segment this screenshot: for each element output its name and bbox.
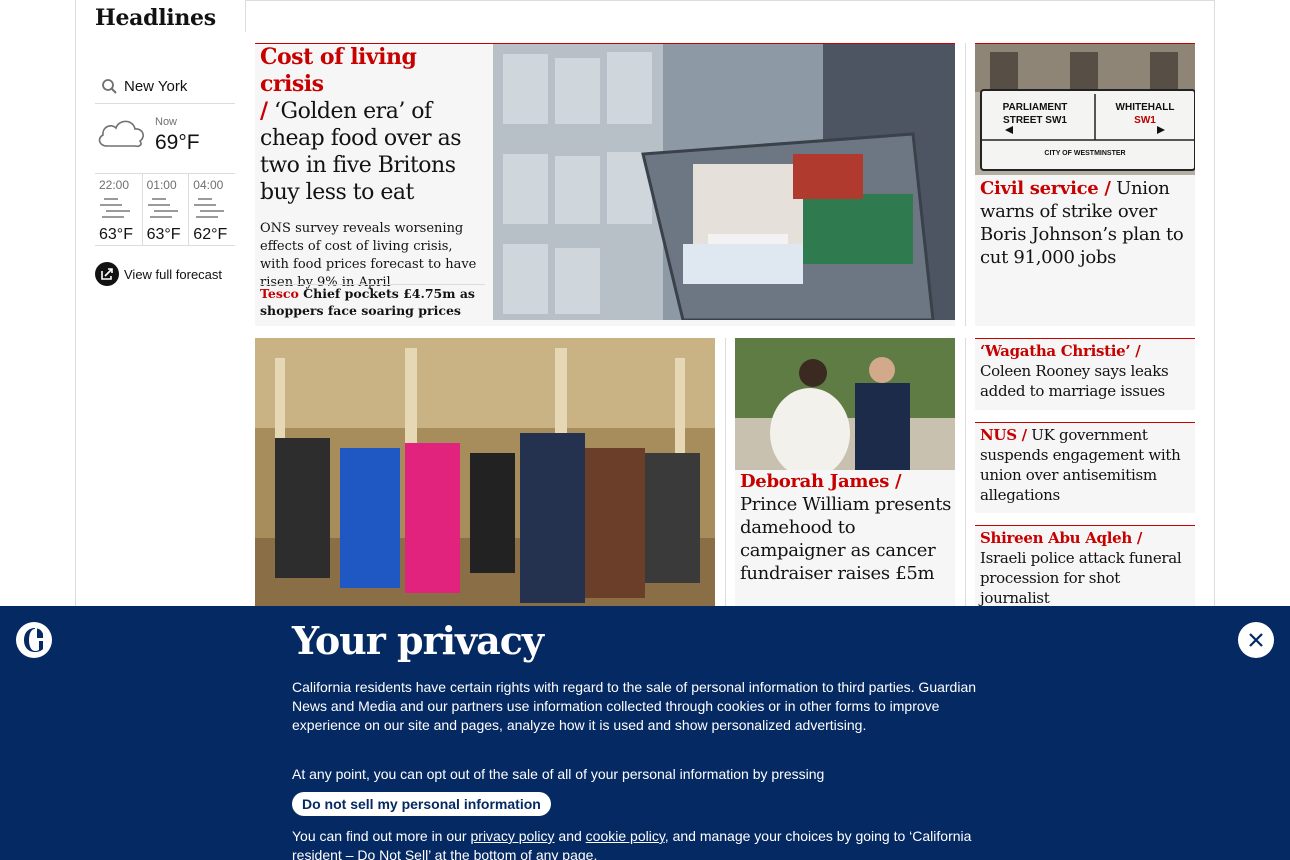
deborah-james-card[interactable]: Deborah James / Prince William presents … <box>735 338 955 606</box>
deborah-james-kicker[interactable]: Deborah James / <box>740 471 902 492</box>
small-story-card[interactable]: Shireen Abu Aqleh / Israeli police attac… <box>975 525 1195 608</box>
weather-hour: 04:00 62°F <box>188 174 235 245</box>
small-story-headline-text[interactable]: Israeli police attack funeral procession… <box>980 549 1182 607</box>
section-title: Headlines <box>95 5 216 31</box>
privacy-title: Your privacy <box>292 618 544 663</box>
civil-service-card[interactable]: PARLIAMENT STREET SW1 WHITEHALL SW1 CITY… <box>975 43 1195 326</box>
close-icon[interactable] <box>1238 622 1274 658</box>
main-story-headline[interactable]: Cost of living crisis / ‘Golden era’ of … <box>260 44 485 206</box>
column-divider <box>965 338 966 606</box>
civil-service-kicker[interactable]: Civil service / <box>980 178 1111 199</box>
view-forecast-label[interactable]: View full forecast <box>124 267 222 282</box>
weather-hour: 22:00 63°F <box>95 174 142 245</box>
stormont-image[interactable] <box>255 338 715 606</box>
small-story-headline[interactable]: Shireen Abu Aqleh / Israeli police attac… <box>980 528 1192 608</box>
privacy-body: California residents have certain rights… <box>292 679 977 733</box>
rail-divider <box>245 0 246 32</box>
svg-text:CITY OF WESTMINSTER: CITY OF WESTMINSTER <box>1044 150 1125 157</box>
weather-hour-time: 01:00 <box>146 178 177 192</box>
do-not-sell-button[interactable]: Do not sell my personal information <box>292 792 551 816</box>
search-icon[interactable] <box>100 77 120 97</box>
small-story-kicker[interactable]: ‘Wagatha Christie’ / <box>980 342 1141 360</box>
svg-text:STREET SW1: STREET SW1 <box>1003 115 1067 126</box>
main-story-text[interactable]: Cost of living crisis / ‘Golden era’ of … <box>260 44 485 292</box>
deborah-james-headline-text[interactable]: Prince William presents damehood to camp… <box>740 494 951 584</box>
weather-location[interactable]: New York <box>124 78 187 95</box>
privacy-and-text: and <box>554 828 586 844</box>
privacy-optout-text: At any point, you can opt out of the sal… <box>292 766 825 782</box>
svg-text:PARLIAMENT: PARLIAMENT <box>1003 102 1068 113</box>
main-story-headline-text[interactable]: ‘Golden era’ of cheap food over as two i… <box>260 99 462 205</box>
privacy-banner: Your privacy California residents have c… <box>0 606 1290 860</box>
privacy-policy-link[interactable]: privacy policy <box>471 828 555 844</box>
weather-now-temp: 69°F <box>155 131 200 154</box>
kicker-separator: / <box>260 98 268 124</box>
main-story-image[interactable] <box>493 44 955 320</box>
civil-service-headline[interactable]: Civil service / Union warns of strike ov… <box>980 177 1195 269</box>
weather-hourly: 22:00 63°F 01:00 63°F 04:00 62°F <box>95 174 235 246</box>
weather-hour-time: 04:00 <box>193 178 224 192</box>
small-story-headline[interactable]: ‘Wagatha Christie’ / Coleen Rooney says … <box>980 341 1192 401</box>
small-story-card[interactable]: ‘Wagatha Christie’ / Coleen Rooney says … <box>975 338 1195 410</box>
privacy-more-prefix: You can find out more in our <box>292 828 471 844</box>
weather-hour-temp: 63°F <box>99 226 133 243</box>
weather-hour-temp: 62°F <box>193 226 228 243</box>
main-story-standfirst: ONS survey reveals worsening effects of … <box>260 221 477 290</box>
small-story-headline[interactable]: NUS / UK government suspends engagement … <box>980 425 1192 505</box>
deborah-james-image[interactable] <box>735 338 955 470</box>
weather-hour-time: 22:00 <box>99 178 130 192</box>
weather-hour: 01:00 63°F <box>141 174 189 245</box>
small-story-card[interactable]: NUS / UK government suspends engagement … <box>975 422 1195 513</box>
weather-location-row[interactable]: New York <box>95 70 235 104</box>
small-story-kicker[interactable]: Shireen Abu Aqleh / <box>980 529 1142 547</box>
guardian-logo-icon <box>16 622 52 658</box>
external-link-icon <box>95 262 119 286</box>
cookie-policy-link[interactable]: cookie policy <box>586 828 665 844</box>
small-story-headline-text[interactable]: Coleen Rooney says leaks added to marria… <box>980 362 1169 400</box>
view-forecast-link[interactable]: View full forecast <box>95 262 235 286</box>
top-rule <box>245 0 1215 1</box>
weather-now: Now 69°F <box>95 104 235 174</box>
fog-icon <box>147 196 178 222</box>
column-divider <box>965 43 966 326</box>
cloud-icon <box>95 114 147 152</box>
main-story-kicker[interactable]: Cost of living crisis <box>260 44 417 97</box>
fog-icon <box>100 196 130 222</box>
sublink-kicker[interactable]: Tesco <box>260 286 299 301</box>
deborah-james-headline[interactable]: Deborah James / Prince William presents … <box>740 470 955 585</box>
privacy-more-info: You can find out more in our privacy pol… <box>292 827 1002 860</box>
street-sign-image[interactable]: PARLIAMENT STREET SW1 WHITEHALL SW1 CITY… <box>975 44 1195 175</box>
small-story-kicker[interactable]: NUS / <box>980 426 1027 444</box>
weather-hour-temp: 63°F <box>146 226 181 243</box>
fog-icon <box>194 196 225 222</box>
column-divider <box>725 338 726 606</box>
svg-text:WHITEHALL: WHITEHALL <box>1116 102 1175 113</box>
weather-widget: New York Now 69°F 22:00 63°F 01:00 63°F … <box>95 70 235 286</box>
sublink-tesco[interactable]: Tesco Chief pockets £4.75m as shoppers f… <box>260 284 485 319</box>
svg-text:SW1: SW1 <box>1134 115 1156 126</box>
main-story-card[interactable]: Cost of living crisis / ‘Golden era’ of … <box>255 43 955 326</box>
weather-now-label: Now <box>155 116 178 128</box>
